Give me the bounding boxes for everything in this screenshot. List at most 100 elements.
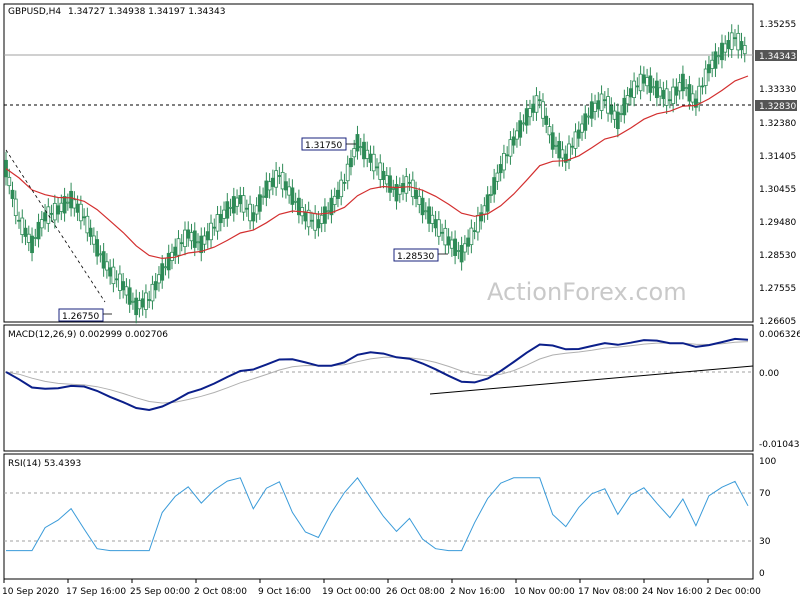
current-price-tag-text: 1.34343 [759, 52, 796, 62]
x-tick-label: 17 Nov 08:00 [578, 587, 639, 597]
macd-line [5, 337, 749, 412]
candle-body [502, 153, 506, 171]
candle-body [225, 201, 230, 219]
candle-body [599, 93, 604, 111]
candle-body [449, 239, 454, 249]
x-tick-label: 2 Dec 00:00 [706, 587, 761, 597]
candle-body [26, 233, 31, 243]
candle-body [414, 189, 418, 199]
candle-body [202, 235, 207, 245]
candle-body [430, 214, 435, 224]
candle-body [209, 222, 213, 241]
macd-trend-line [429, 365, 754, 395]
candle-body [619, 113, 623, 115]
candle-body [537, 99, 542, 102]
candle-body [641, 74, 646, 84]
y-tick: 1.32380 [759, 119, 796, 129]
candle-body [570, 145, 575, 148]
x-tick-label: 2 Nov 16:00 [450, 587, 505, 597]
candle-body [515, 130, 519, 140]
candle-body [192, 230, 197, 248]
candle-body [576, 129, 581, 139]
candle-body [362, 141, 366, 160]
y-tick: 70 [759, 489, 771, 499]
candle-body [703, 68, 708, 86]
candle-body [134, 297, 139, 316]
candle-body [554, 144, 558, 147]
candle-body [648, 75, 653, 93]
candle-body [85, 215, 90, 234]
macd-title: MACD(12,26,9) 0.002999 0.002706 [8, 330, 168, 340]
candle-body [46, 206, 51, 224]
candle-body [713, 51, 718, 69]
price-y-axis: 1.35255 1.34343 1.33330 1.32830 1.32380 … [755, 20, 797, 327]
candle-body [681, 73, 685, 92]
candle-body [144, 292, 148, 310]
candle-body [10, 189, 15, 199]
candle-body [342, 181, 347, 184]
candle-body [316, 219, 321, 229]
y-tick: 1.26605 [759, 317, 796, 327]
candle-body [697, 85, 702, 104]
candle-body [560, 149, 565, 159]
candle-body [589, 101, 594, 119]
candle-body [75, 203, 80, 213]
candle-body [186, 229, 191, 239]
candle-body [339, 179, 344, 198]
x-tick-label: 19 Oct 00:00 [322, 587, 381, 597]
candle-body [137, 300, 142, 310]
candle-body [56, 205, 60, 215]
candle-body [231, 196, 236, 214]
candle-body [33, 237, 38, 239]
x-tick-label: 24 Nov 16:00 [642, 587, 703, 597]
candle-body [388, 175, 392, 193]
candle-body [238, 195, 243, 205]
candle-body [65, 201, 70, 204]
candle-body [417, 195, 422, 205]
candle-body [723, 43, 728, 53]
candle-body [420, 197, 425, 216]
candle-body [140, 298, 145, 308]
candle-body [280, 171, 285, 190]
candle-body [205, 231, 210, 241]
candle-body [349, 158, 353, 168]
y-tick: 1.35255 [759, 20, 796, 30]
candle-body [49, 212, 54, 215]
candle-body [352, 148, 357, 158]
y-tick: 1.27555 [759, 284, 796, 294]
candle-body [153, 281, 158, 291]
x-tick-label: 10 Nov 00:00 [514, 587, 575, 597]
candle-body [677, 82, 682, 92]
candle-body [498, 164, 503, 174]
candle-body [13, 198, 18, 217]
svg-text:1.31750: 1.31750 [305, 141, 342, 151]
candle-body [638, 73, 643, 92]
candle-body [248, 203, 252, 222]
candle-body [326, 210, 331, 213]
candle-body [336, 189, 340, 199]
candle-body [531, 103, 536, 113]
candle-body [222, 209, 226, 219]
candle-body [264, 180, 269, 198]
candle-body [183, 229, 187, 248]
y-tick: 1.30455 [759, 185, 796, 195]
annotation-low-mid: 1.28530 [393, 248, 448, 262]
y-tick: 1.28530 [759, 251, 796, 261]
candle-body [345, 163, 350, 182]
candle-body [332, 195, 337, 205]
candle-body [30, 235, 34, 254]
candle-body [684, 87, 689, 90]
candle-body [378, 162, 383, 180]
candle-body [667, 99, 672, 102]
candle-body [541, 101, 545, 119]
candle-body [645, 77, 650, 87]
candle-body [215, 214, 220, 232]
candle-body [729, 32, 734, 50]
chart-window: GBPUSD,H4 1.34727 1.34938 1.34197 1.3434… [0, 0, 800, 600]
candle-body [625, 95, 630, 105]
candle-body [671, 86, 676, 105]
candle-body [453, 238, 458, 256]
candle-body [690, 93, 695, 103]
candle-body [166, 252, 171, 271]
candle-body [606, 96, 610, 114]
